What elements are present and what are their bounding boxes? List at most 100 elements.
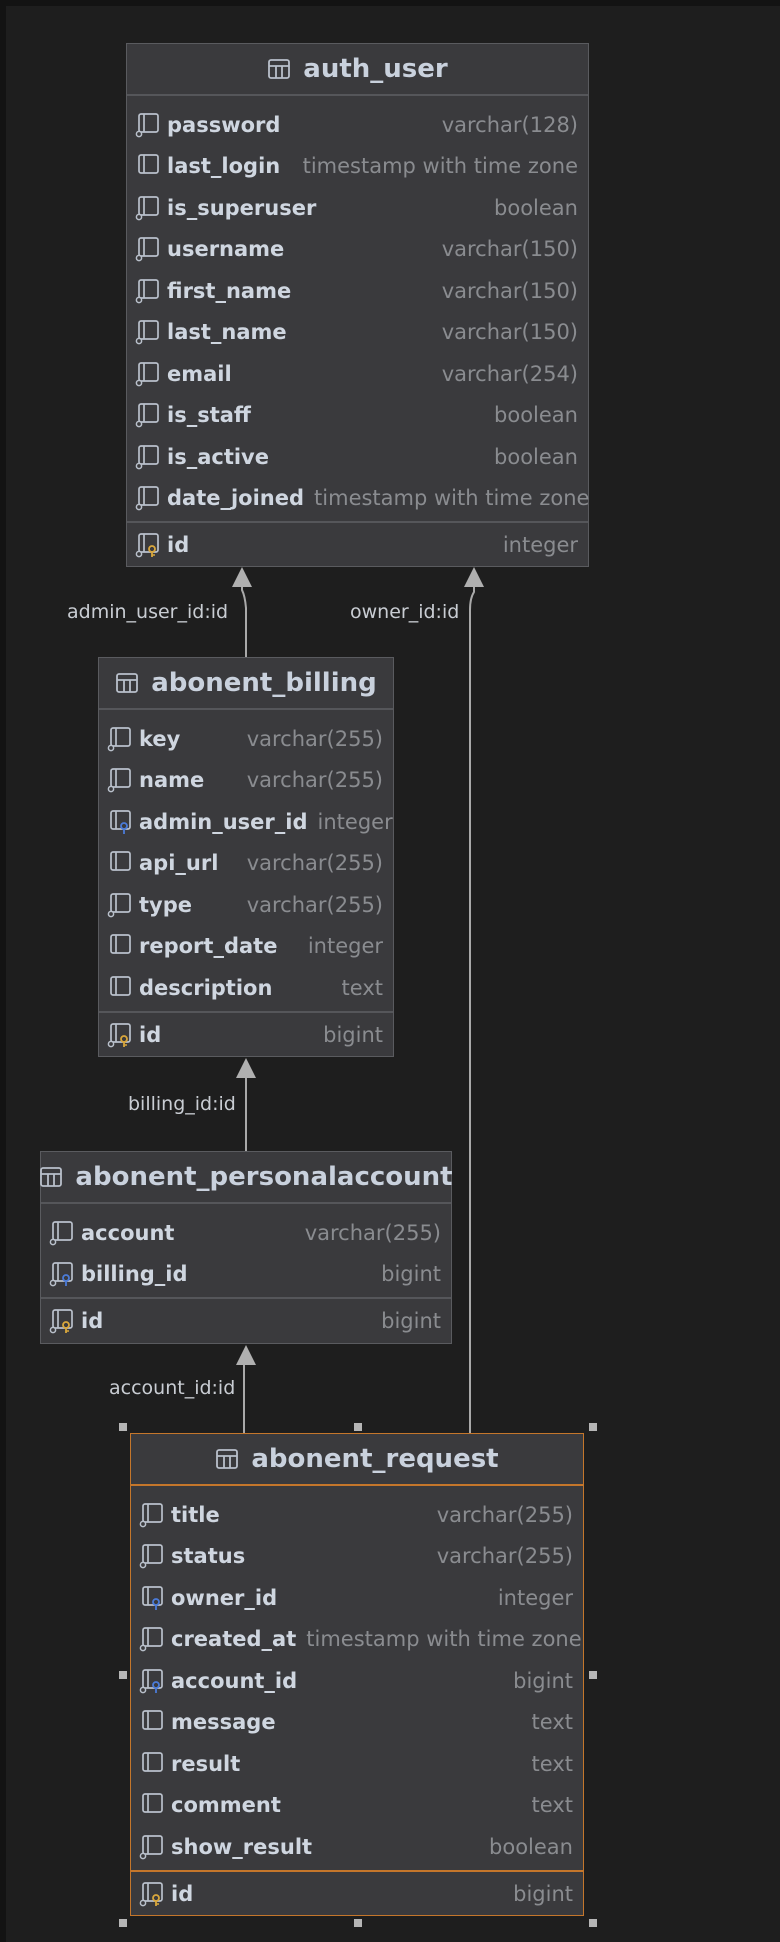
column-type: varchar(255)	[436, 1544, 573, 1569]
column-type: varchar(254)	[441, 361, 578, 386]
primary-key-row[interactable]: id bigint	[131, 1872, 583, 1916]
edge-owner-id-arrowhead	[464, 567, 484, 587]
edge-owner-id[interactable]	[469, 580, 475, 1433]
column-icon	[107, 850, 133, 876]
column-row[interactable]: is_active boolean	[127, 436, 588, 478]
column-row[interactable]: status varchar(255)	[131, 1536, 583, 1578]
primary-key-row[interactable]: id integer	[127, 523, 588, 567]
column-row[interactable]: account varchar(255)	[41, 1212, 451, 1254]
column-row[interactable]: api_url varchar(255)	[99, 843, 393, 885]
selection-handle[interactable]	[119, 1919, 127, 1927]
selection-handle[interactable]	[354, 1919, 362, 1927]
column-type: text	[531, 1751, 573, 1776]
column-type: timestamp with time zone	[314, 486, 590, 511]
table-header[interactable]: auth_user	[127, 44, 588, 96]
column-row[interactable]: comment text	[131, 1785, 583, 1827]
column-name: id	[171, 1881, 194, 1906]
foreign-key-icon	[49, 1261, 75, 1287]
column-type: integer	[307, 934, 383, 959]
column-not-null-icon	[107, 726, 133, 752]
selection-handle[interactable]	[589, 1671, 597, 1679]
table-abonent-billing[interactable]: abonent_billing key varchar(255) name varcha…	[98, 657, 394, 1057]
selection-handle[interactable]	[354, 1423, 362, 1431]
column-name: status	[171, 1544, 246, 1569]
column-name: email	[167, 361, 232, 386]
column-not-null-icon	[107, 767, 133, 793]
column-row[interactable]: owner_id integer	[131, 1577, 583, 1619]
table-columns: account varchar(255) billing_id bigint	[41, 1204, 451, 1295]
table-abonent-request[interactable]: abonent_request title varchar(255) status va…	[130, 1433, 584, 1916]
column-row[interactable]: email varchar(254)	[127, 353, 588, 395]
table-header[interactable]: abonent_personalaccount	[39, 1152, 453, 1204]
table-title: abonent_billing	[151, 668, 377, 698]
edge-account-id-arrowhead	[236, 1345, 256, 1365]
column-type: bigint	[513, 1881, 573, 1906]
column-row[interactable]: name varchar(255)	[99, 760, 393, 802]
column-row[interactable]: account_id bigint	[131, 1660, 583, 1702]
selection-handle[interactable]	[589, 1919, 597, 1927]
column-name: account_id	[171, 1668, 298, 1693]
selection-handle[interactable]	[119, 1423, 127, 1431]
table-icon	[39, 1165, 63, 1189]
column-name: is_active	[167, 444, 269, 469]
column-name: last_name	[167, 320, 287, 345]
edge-admin-user-id-arrowhead	[232, 567, 252, 587]
edge-admin-user-id[interactable]	[241, 580, 247, 657]
column-type: timestamp with time zone	[302, 154, 578, 179]
foreign-key-icon	[139, 1585, 165, 1611]
column-name: id	[81, 1309, 104, 1333]
primary-key-row[interactable]: id bigint	[99, 1013, 393, 1057]
column-row[interactable]: date_joined timestamp with time zone	[127, 478, 590, 520]
column-row[interactable]: title varchar(255)	[131, 1494, 583, 1536]
column-not-null-icon	[107, 892, 133, 918]
table-icon	[267, 57, 291, 81]
column-row[interactable]: last_login timestamp with time zone	[127, 146, 588, 188]
edge-label-account-id: account_id:id	[109, 1377, 236, 1399]
column-row[interactable]: last_name varchar(150)	[127, 312, 588, 354]
column-row[interactable]: password varchar(128)	[127, 104, 588, 146]
table-header[interactable]: abonent_billing	[99, 658, 393, 710]
table-title: abonent_personalaccount	[75, 1162, 453, 1192]
column-type: varchar(255)	[246, 768, 383, 793]
column-type: text	[341, 975, 383, 1000]
table-header[interactable]: abonent_request	[131, 1434, 583, 1486]
column-not-null-icon	[135, 278, 161, 304]
table-abonent-personalaccount[interactable]: abonent_personalaccount account varchar(25…	[39, 1151, 453, 1344]
column-name: result	[171, 1751, 241, 1776]
column-name: title	[171, 1502, 220, 1527]
primary-key-row[interactable]: id bigint	[41, 1299, 451, 1343]
column-row[interactable]: first_name varchar(150)	[127, 270, 588, 312]
column-row[interactable]: admin_user_id integer	[99, 801, 393, 843]
column-row[interactable]: username varchar(150)	[127, 229, 588, 271]
column-row[interactable]: key varchar(255)	[99, 718, 393, 760]
selection-handle[interactable]	[119, 1671, 127, 1679]
column-name: first_name	[167, 278, 292, 303]
selection-handle[interactable]	[589, 1423, 597, 1431]
foreign-key-icon	[139, 1668, 165, 1694]
table-title: auth_user	[303, 54, 448, 84]
column-row[interactable]: message text	[131, 1702, 583, 1744]
column-name: type	[139, 892, 193, 917]
column-row[interactable]: billing_id bigint	[41, 1254, 451, 1296]
column-row[interactable]: description text	[99, 967, 393, 1009]
column-row[interactable]: is_staff boolean	[127, 395, 588, 437]
column-not-null-icon	[135, 112, 161, 138]
column-name: description	[139, 975, 273, 1000]
column-row[interactable]: created_at timestamp with time zone	[131, 1619, 583, 1661]
column-name: key	[139, 726, 181, 751]
column-name: api_url	[139, 851, 219, 876]
table-auth-user[interactable]: auth_user password varchar(128) last_login t…	[126, 43, 589, 567]
edge-billing-id-arrowhead	[236, 1058, 256, 1078]
column-icon	[139, 1792, 165, 1818]
column-row[interactable]: show_result boolean	[131, 1826, 583, 1868]
primary-key-icon	[135, 532, 161, 558]
column-name: name	[139, 768, 205, 793]
column-not-null-icon	[135, 319, 161, 345]
column-row[interactable]: type varchar(255)	[99, 884, 393, 926]
column-row[interactable]: result text	[131, 1743, 583, 1785]
column-type: timestamp with time zone	[306, 1627, 582, 1652]
column-name: report_date	[139, 934, 278, 959]
diagram-canvas[interactable]: admin_user_id:id owner_id:id billing_id:…	[0, 0, 780, 1942]
column-row[interactable]: is_superuser boolean	[127, 187, 588, 229]
column-row[interactable]: report_date integer	[99, 926, 393, 968]
